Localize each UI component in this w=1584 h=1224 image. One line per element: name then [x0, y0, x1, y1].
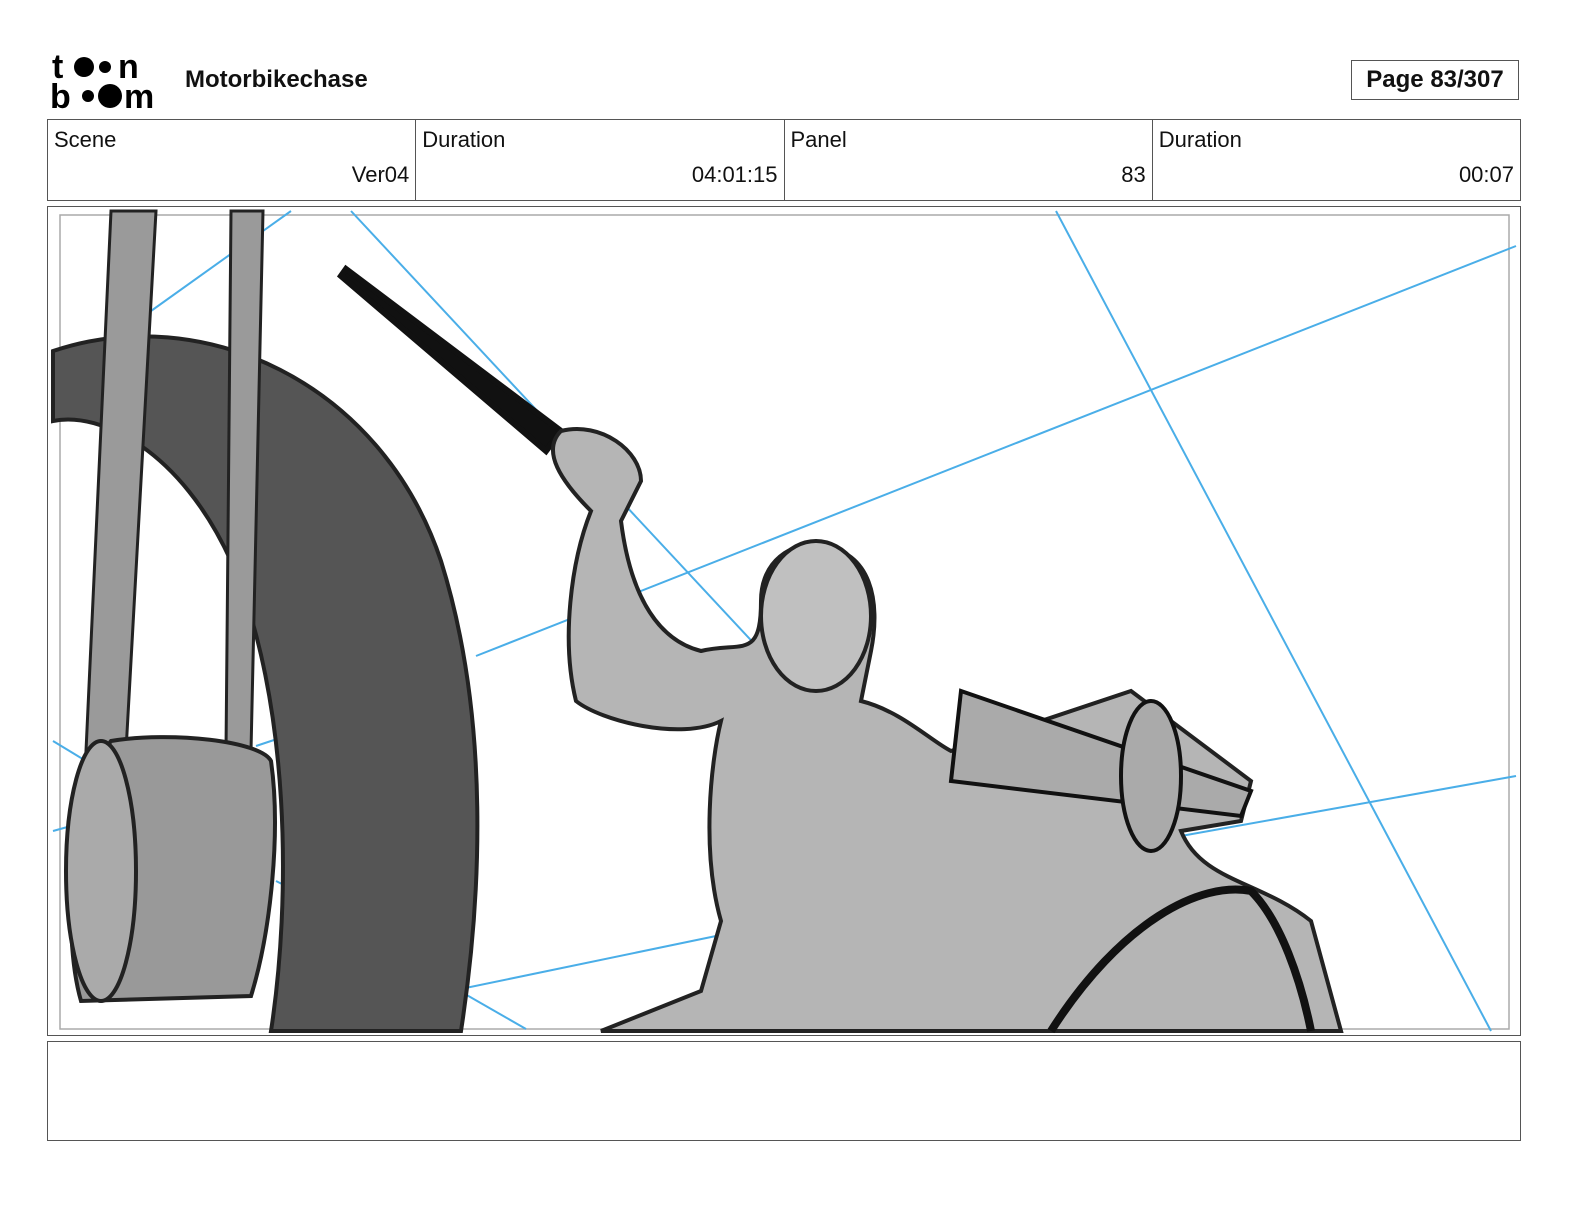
panel-duration-value: 00:07	[1458, 162, 1514, 187]
panel-duration-cell: Duration 00:07	[1153, 120, 1520, 200]
scene-cell: Scene Ver04	[48, 120, 417, 200]
page-number: Page 83/307	[1351, 60, 1519, 100]
panel-duration-label: Duration	[1158, 127, 1242, 152]
panel-image-frame	[47, 206, 1521, 1036]
fork-sketch	[84, 209, 265, 753]
svg-text:m: m	[124, 78, 154, 112]
panel-value: 83	[1121, 162, 1146, 187]
scene-duration-label: Duration	[422, 127, 506, 152]
panel-label: Panel	[790, 127, 847, 152]
sword-sketch	[336, 264, 566, 456]
scene-value: Ver04	[351, 162, 410, 187]
figure-sketch	[550, 427, 1344, 1033]
toonboom-logo: t n b m	[50, 50, 154, 112]
panel-cell: Panel 83	[785, 120, 1153, 200]
svg-text:b: b	[50, 78, 71, 112]
panel-notes-box	[47, 1041, 1521, 1141]
panel-info-table: Scene Ver04 Duration 04:01:15 Panel 83 D…	[47, 119, 1521, 201]
scene-duration-cell: Duration 04:01:15	[416, 120, 785, 200]
scene-duration-value: 04:01:15	[691, 162, 778, 187]
project-title: Motorbikechase	[185, 66, 368, 93]
scene-label: Scene	[54, 127, 117, 152]
storyboard-sketch	[51, 209, 1517, 1034]
